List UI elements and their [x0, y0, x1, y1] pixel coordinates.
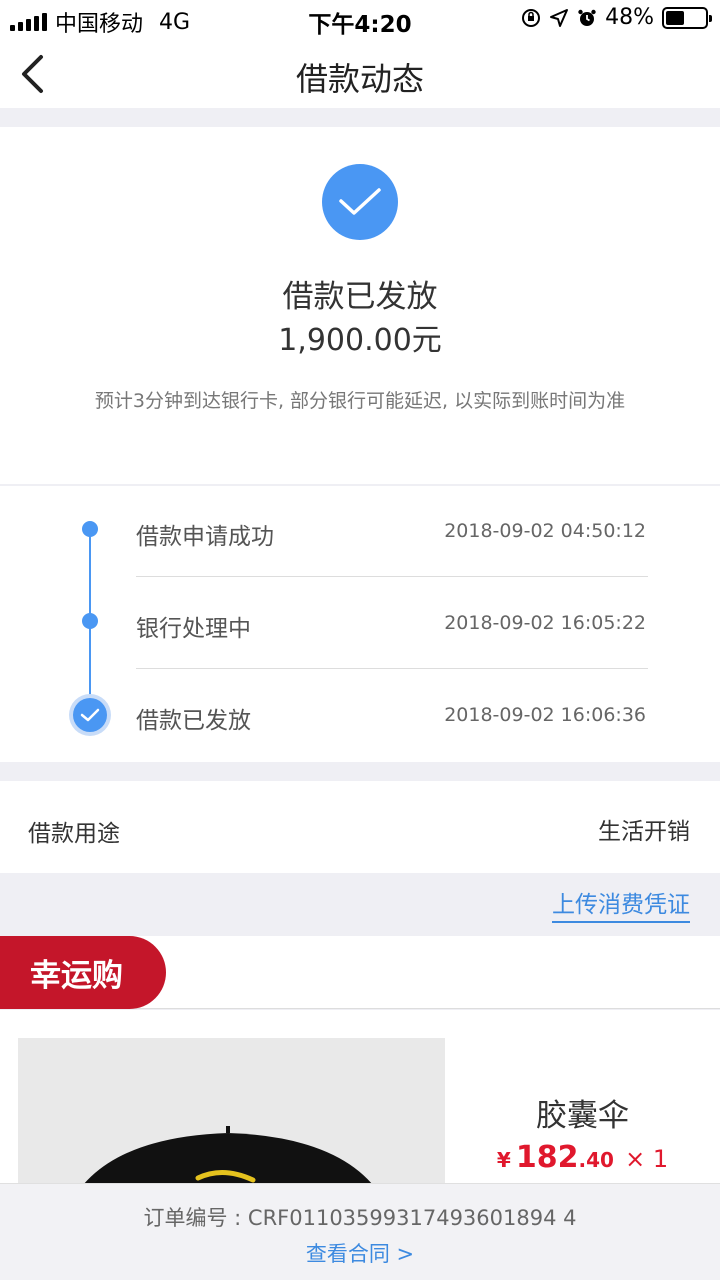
lucky-buy-badge: 幸运购	[0, 936, 166, 1009]
product-name: 胶囊伞	[536, 1098, 629, 1134]
timeline-time: 2018-09-02 16:05:22	[444, 612, 646, 634]
timeline-label: 银行处理中	[136, 616, 251, 642]
lucky-buy-header: 幸运购	[0, 936, 720, 1009]
order-number: 订单编号 : CRF01103599317493601894 4	[143, 1206, 577, 1230]
timeline-dot-icon	[82, 521, 98, 537]
loan-purpose-row: 借款用途 生活开销	[0, 781, 720, 873]
upload-receipt-link[interactable]: 上传消费凭证	[552, 885, 690, 923]
purpose-label: 借款用途	[28, 821, 120, 847]
price-decimal: .40	[578, 1148, 614, 1172]
order-footer: 订单编号 : CRF01103599317493601894 4 查看合同 >	[0, 1184, 720, 1280]
nav-bar: 借款动态	[0, 40, 720, 108]
purpose-value: 生活开销	[598, 819, 690, 845]
view-contract-link[interactable]: 查看合同 >	[0, 1238, 720, 1268]
timeline-label: 借款申请成功	[136, 524, 274, 550]
page-title: 借款动态	[295, 60, 424, 98]
battery-fill	[666, 10, 685, 25]
status-bar: 中国移动 4G 下午4:20 48%	[0, 0, 720, 40]
rotation-lock-icon	[522, 8, 541, 27]
battery-icon	[662, 6, 712, 29]
timeline-item: 银行处理中 2018-09-02 16:05:22	[0, 578, 720, 670]
timeline-dot-icon	[82, 613, 98, 629]
timeline-label: 借款已发放	[136, 708, 251, 734]
status-right: 48%	[521, 5, 712, 30]
checkmark-icon	[339, 188, 381, 215]
divider	[136, 576, 648, 577]
check-circle-icon	[322, 164, 398, 240]
loan-status-card: 借款已发放 1,900.00元 预计3分钟到达银行卡, 部分银行可能延迟, 以实…	[0, 127, 720, 484]
timeline-time: 2018-09-02 04:50:12	[444, 520, 646, 542]
product-card[interactable]: 胶囊伞 ¥ 182.40 × 1	[0, 1010, 720, 1210]
timeline-time: 2018-09-02 16:06:36	[444, 704, 646, 726]
battery-percent: 48%	[605, 5, 654, 30]
price-integer: 182	[515, 1140, 579, 1175]
timeline-done-icon	[73, 698, 107, 732]
divider	[136, 668, 648, 669]
product-quantity: × 1	[625, 1145, 669, 1173]
timeline-item: 借款已发放 2018-09-02 16:06:36	[0, 670, 720, 762]
product-price: ¥ 182.40 × 1	[445, 1140, 720, 1175]
loan-amount: 1,900.00元	[278, 323, 442, 358]
arrival-note: 预计3分钟到达银行卡, 部分银行可能延迟, 以实际到账时间为准	[94, 390, 626, 412]
status-title: 借款已发放	[282, 279, 438, 315]
progress-timeline: 借款申请成功 2018-09-02 04:50:12 银行处理中 2018-09…	[0, 486, 720, 762]
alarm-icon	[578, 9, 596, 26]
checkmark-icon	[80, 708, 100, 722]
location-icon	[550, 8, 569, 27]
timeline-item: 借款申请成功 2018-09-02 04:50:12	[0, 486, 720, 578]
price-currency: ¥	[496, 1148, 511, 1172]
